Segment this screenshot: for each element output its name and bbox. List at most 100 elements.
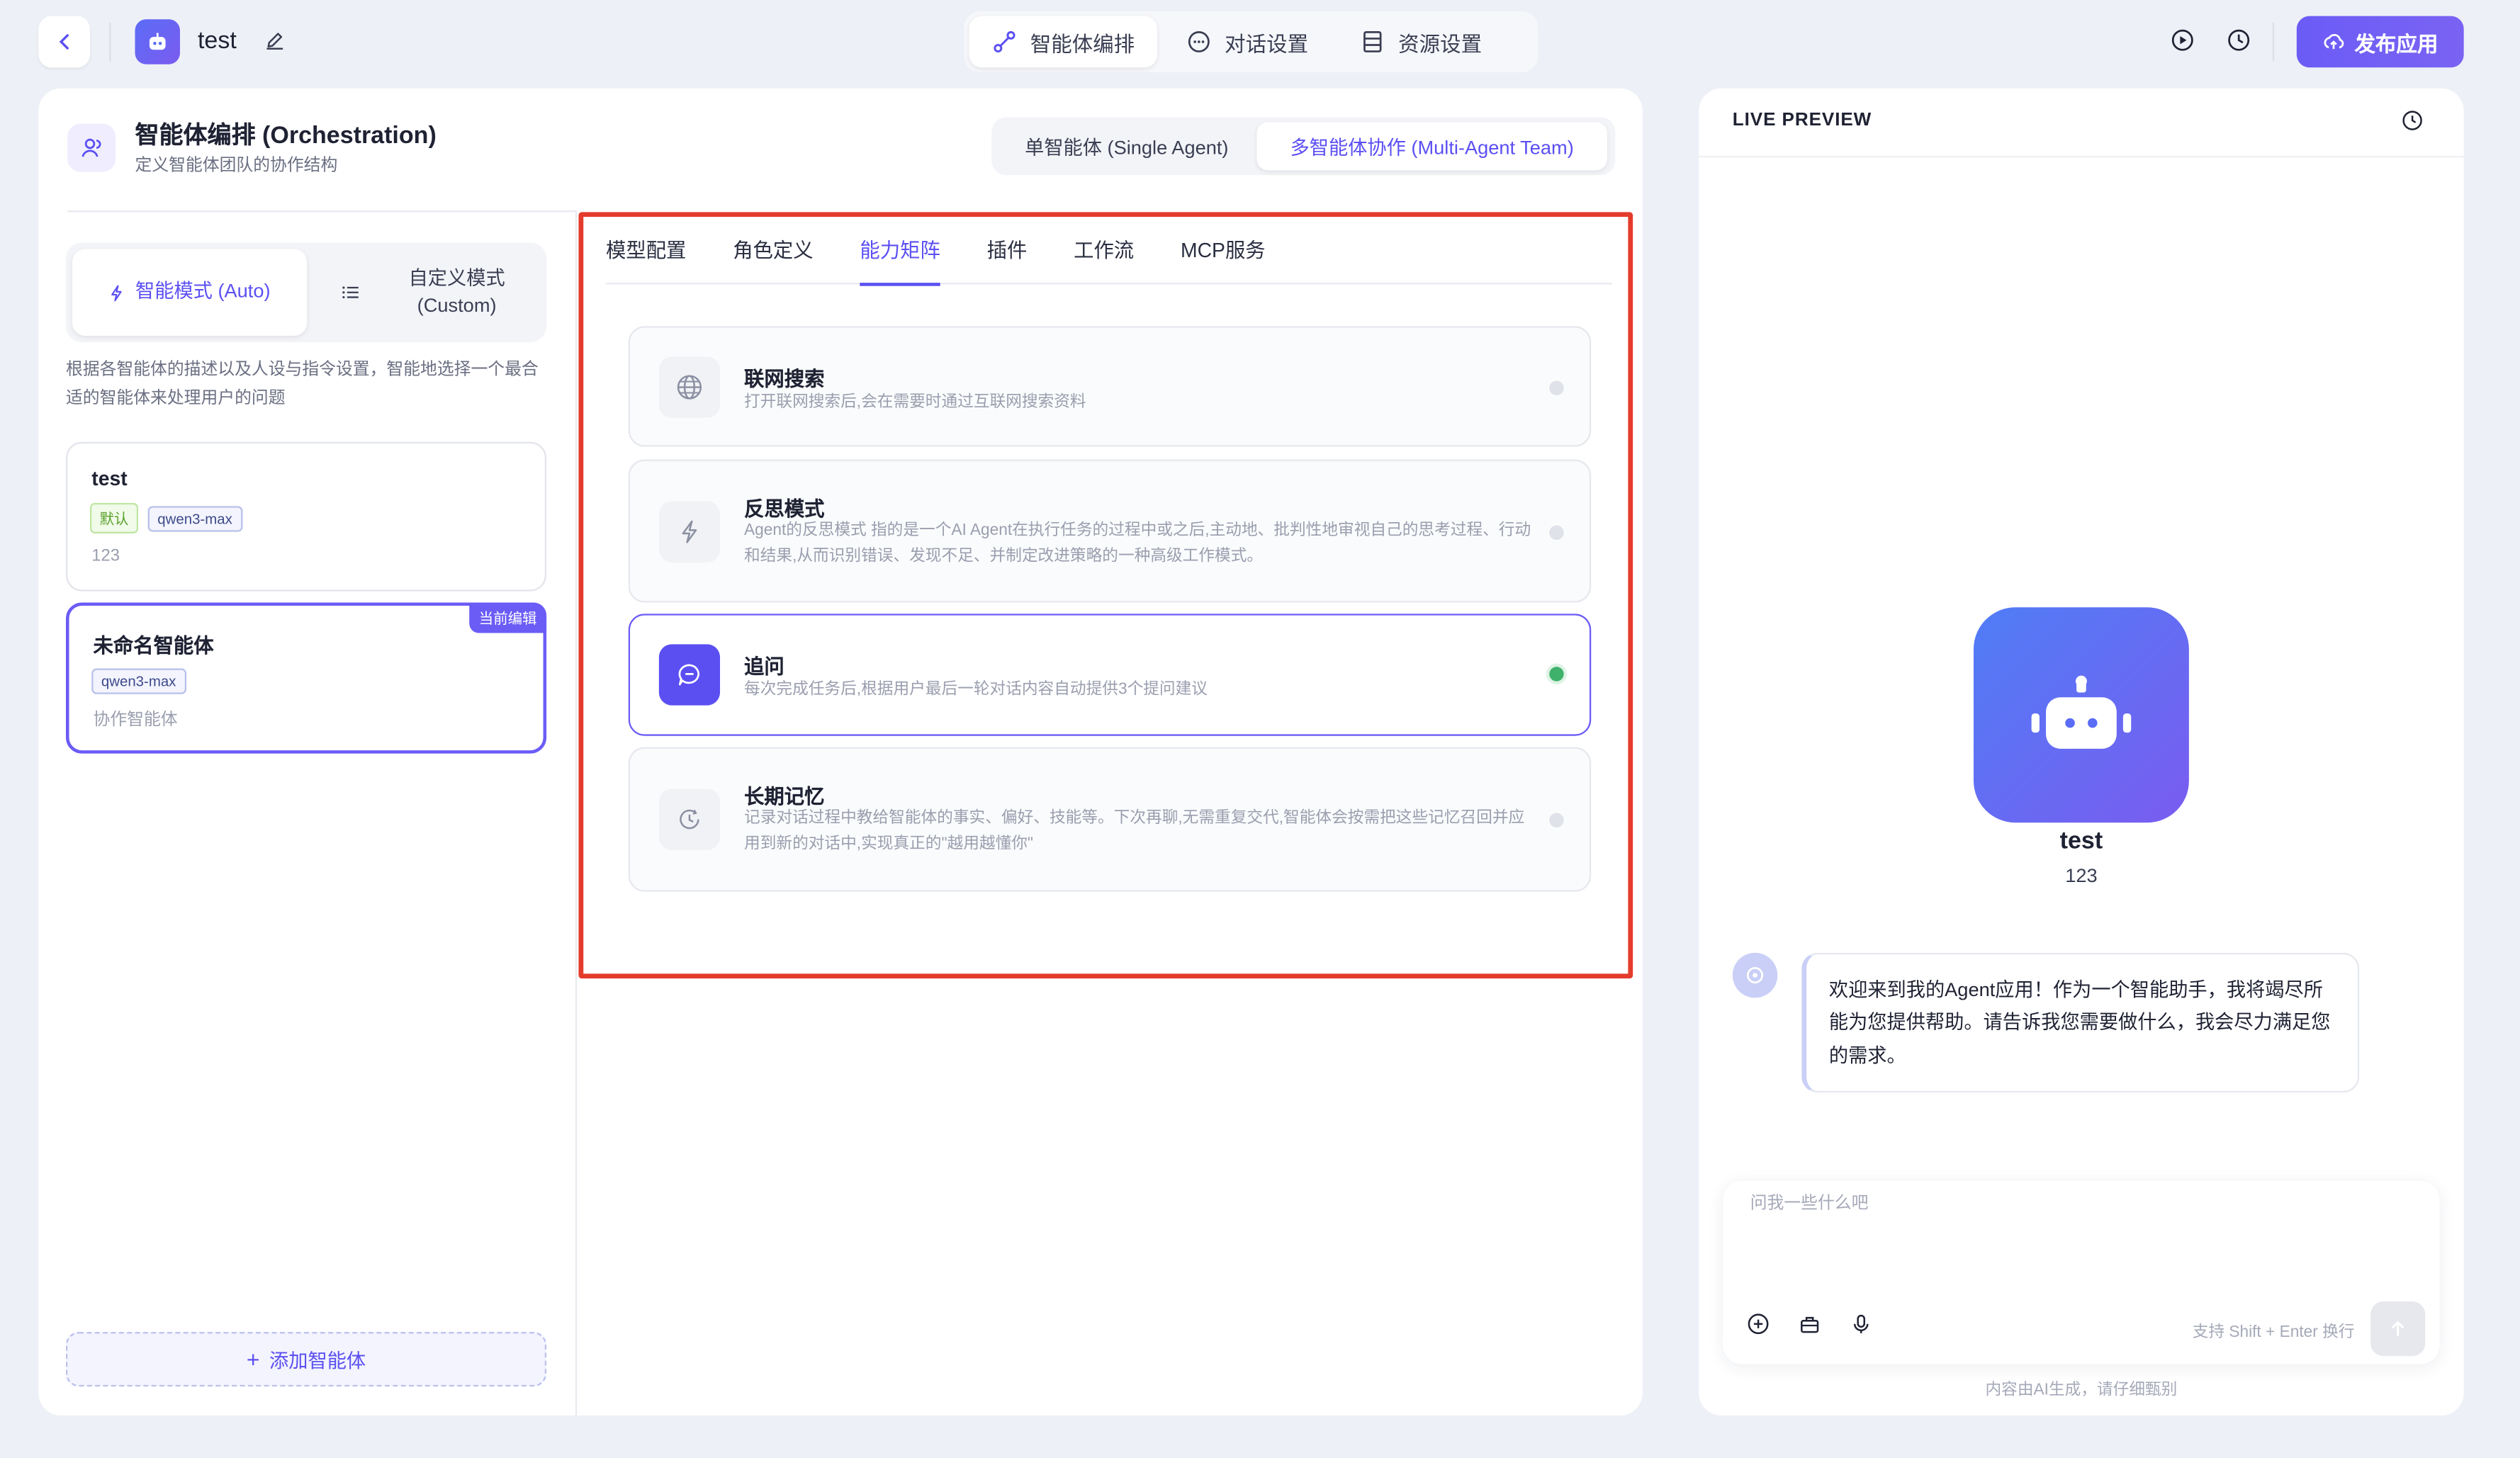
chat-bubble-icon: [658, 644, 721, 706]
send-button[interactable]: [2370, 1301, 2426, 1357]
input-hint: 支持 Shift + Enter 换行: [2192, 1323, 2355, 1342]
page-subtitle: 定义智能体团队的协作结构: [135, 155, 338, 176]
agent-description: 协作智能体: [93, 710, 178, 730]
robot-icon: [2031, 675, 2132, 749]
tab-chat-settings[interactable]: 对话设置: [1164, 16, 1331, 68]
ai-disclaimer: 内容由AI生成，请仔细甄别: [1985, 1381, 2178, 1400]
single-agent-option[interactable]: 单智能体 (Single Agent): [996, 122, 1256, 170]
history-icon[interactable]: [2401, 109, 2424, 140]
back-button[interactable]: [38, 16, 91, 68]
team-mode-switch: 智能模式 (Auto) 自定义模式 (Custom): [65, 242, 547, 343]
history-icon[interactable]: [2226, 28, 2251, 62]
capability-item-follow-up[interactable]: 追问 每次完成任务后,根据用户最后一轮对话内容自动提供3个提问建议: [628, 614, 1592, 736]
capability-toggle[interactable]: [1549, 525, 1564, 541]
capability-item-web-search[interactable]: 联网搜索 打开联网搜索后,会在需要时通过互联网搜索资料: [628, 326, 1592, 447]
edit-icon[interactable]: [264, 29, 286, 60]
lightning-icon: [658, 501, 721, 563]
custom-mode-label: 自定义模式 (Custom): [408, 266, 505, 317]
divider: [2272, 22, 2275, 62]
capability-description: 记录对话过程中教给智能体的事实、偏好、技能等。下次再聊,无需重复交代,智能体会按…: [744, 810, 1525, 854]
input-toolbar: [1747, 1313, 1872, 1343]
divider: [67, 210, 575, 213]
config-tabs: 模型配置 角色定义 能力矩阵 插件 工作流 MCP服务: [605, 233, 1612, 286]
chat-input-box[interactable]: 问我一些什么吧 支持 Shift + Enter 换行: [1723, 1180, 2440, 1364]
tab-plugins[interactable]: 插件: [987, 233, 1028, 285]
welcome-message: 欢迎来到我的Agent应用！作为一个智能助手，我将竭尽所能为您提供帮助。请告诉我…: [1801, 952, 2360, 1093]
agent-card-current[interactable]: 当前编辑 未命名智能体 qwen3-max 协作智能体: [65, 602, 547, 754]
preview-title: LIVE PREVIEW: [1732, 111, 1872, 130]
orchestration-icon: [994, 30, 1016, 53]
chevron-left-icon: [59, 34, 69, 50]
microphone-icon[interactable]: [1850, 1313, 1872, 1343]
top-tabs: 智能体编排 对话设置 资源设置: [964, 11, 1539, 73]
live-preview-panel: LIVE PREVIEW test 123 欢迎来到我的Agent应用！作为一个…: [1699, 88, 2464, 1416]
capability-description: 打开联网搜索后,会在需要时通过互联网搜索资料: [744, 393, 1086, 412]
auto-mode-label: 智能模式 (Auto): [135, 280, 271, 303]
resource-icon: [1363, 30, 1382, 52]
divider: [109, 22, 111, 62]
add-agent-label: 添加智能体: [269, 1348, 366, 1372]
tab-orchestration-label: 智能体编排: [1030, 31, 1135, 56]
mode-description: 根据各智能体的描述以及人设与指令设置，智能地选择一个最合适的智能体来处理用户的问…: [65, 360, 539, 408]
tab-resource-settings[interactable]: 资源设置: [1337, 16, 1504, 68]
app-name: test: [197, 27, 237, 55]
capability-section: 模型配置 角色定义 能力矩阵 插件 工作流 MCP服务 联网搜索 打开联网搜索后…: [578, 212, 1633, 979]
capability-toggle[interactable]: [1549, 813, 1564, 827]
capability-name: 长期记忆: [744, 786, 825, 808]
agent-tags: 默认 qwen3-max: [90, 502, 252, 533]
bot-avatar: [1973, 607, 2189, 823]
cloud-upload-icon: [2324, 33, 2344, 50]
agent-description: 123: [91, 546, 120, 566]
add-attachment-icon[interactable]: [1747, 1313, 1770, 1343]
capability-name: 追问: [744, 655, 784, 679]
tab-role-definition[interactable]: 角色定义: [733, 233, 813, 285]
lightning-icon: [111, 284, 123, 301]
capability-name: 联网搜索: [744, 368, 825, 391]
orchestration-panel: 智能体编排 (Orchestration) 定义智能体团队的协作结构 单智能体 …: [38, 88, 1643, 1416]
assistant-avatar: [1732, 952, 1778, 998]
tab-model-config[interactable]: 模型配置: [606, 233, 686, 285]
plus-icon: +: [246, 1346, 260, 1372]
default-tag: 默认: [90, 502, 139, 533]
bot-name: test: [2059, 827, 2103, 855]
agent-tags: qwen3-max: [91, 665, 195, 694]
model-tag: qwen3-max: [147, 506, 242, 532]
tab-chat-settings-label: 对话设置: [1225, 31, 1309, 56]
capability-item-long-memory[interactable]: 长期记忆 记录对话过程中教给智能体的事实、偏好、技能等。下次再聊,无需重复交代,…: [628, 747, 1592, 892]
agent-name: test: [91, 467, 128, 490]
model-tag: qwen3-max: [91, 668, 186, 694]
capability-name: 反思模式: [744, 498, 825, 521]
page-title: 智能体编排 (Orchestration): [135, 122, 437, 149]
preview-header: LIVE PREVIEW: [1699, 89, 2464, 158]
team-icon: [67, 123, 116, 172]
robot-icon: [135, 19, 181, 64]
play-icon[interactable]: [2170, 28, 2195, 62]
capability-toggle[interactable]: [1549, 667, 1564, 682]
agent-mode-switch: 单智能体 (Single Agent) 多智能体协作 (Multi-Agent …: [991, 117, 1616, 176]
capability-toggle[interactable]: [1549, 380, 1564, 395]
bot-description: 123: [2065, 864, 2098, 887]
add-agent-button[interactable]: + 添加智能体: [65, 1332, 547, 1387]
custom-mode-option[interactable]: 自定义模式 (Custom): [306, 249, 540, 336]
capability-item-reflection[interactable]: 反思模式 Agent的反思模式 指的是一个AI Agent在执行任务的过程中或之…: [628, 459, 1592, 603]
globe-icon: [658, 356, 721, 418]
clock-memory-icon: [658, 789, 721, 850]
capability-description: Agent的反思模式 指的是一个AI Agent在执行任务的过程中或之后,主动地…: [744, 522, 1531, 566]
assistant-icon: [1746, 967, 1764, 984]
multi-agent-option[interactable]: 多智能体协作 (Multi-Agent Team): [1256, 122, 1607, 171]
agent-card[interactable]: test 默认 qwen3-max 123: [65, 441, 547, 592]
chat-input-placeholder[interactable]: 问我一些什么吧: [1750, 1191, 1869, 1215]
tab-mcp-service[interactable]: MCP服务: [1181, 233, 1266, 285]
chat-icon: [1188, 30, 1210, 52]
toolbox-icon[interactable]: [1799, 1313, 1821, 1343]
tab-orchestration[interactable]: 智能体编排: [969, 16, 1157, 68]
tab-capability-matrix[interactable]: 能力矩阵: [860, 233, 940, 286]
arrow-up-icon: [2391, 1321, 2404, 1336]
agent-name: 未命名智能体: [93, 634, 214, 657]
tab-workflow[interactable]: 工作流: [1074, 233, 1134, 285]
publish-button[interactable]: 发布应用: [2296, 16, 2464, 68]
auto-mode-option[interactable]: 智能模式 (Auto): [72, 249, 307, 336]
publish-label: 发布应用: [2354, 31, 2439, 56]
current-edit-badge: 当前编辑: [469, 602, 547, 633]
capability-description: 每次完成任务后,根据用户最后一轮对话内容自动提供3个提问建议: [744, 681, 1208, 699]
